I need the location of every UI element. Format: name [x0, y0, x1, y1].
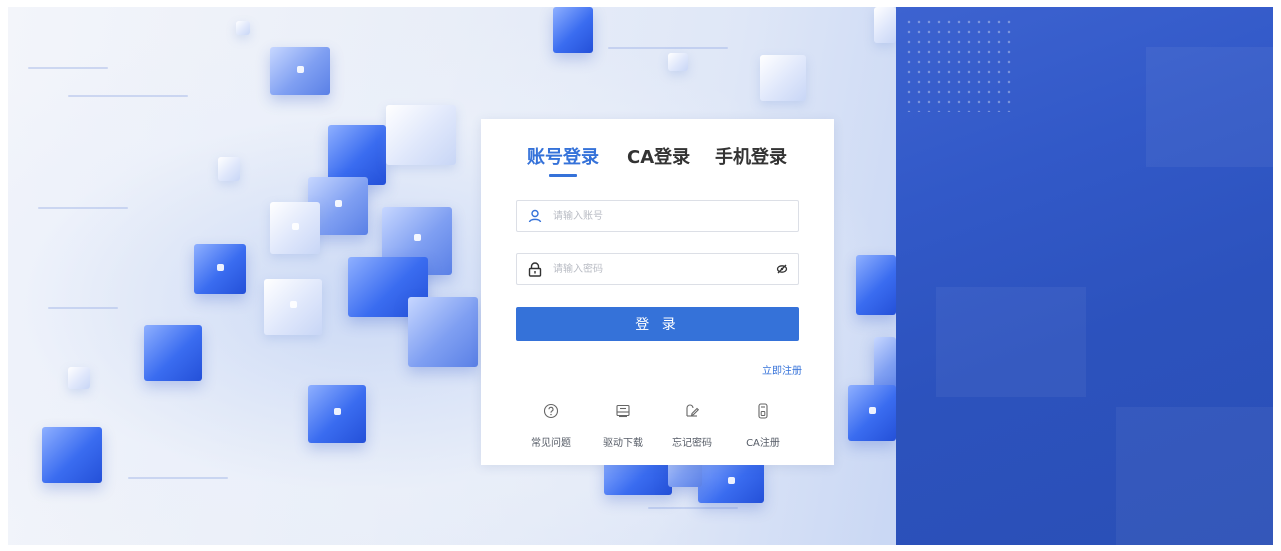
quick-link-faq[interactable]: 常见问题	[521, 402, 581, 449]
decor-panel	[936, 287, 1086, 397]
decor-dot-grid	[904, 17, 1014, 112]
decor-cube	[194, 244, 246, 294]
active-tab-indicator	[549, 174, 577, 177]
password-input[interactable]	[553, 254, 766, 284]
quick-link-label: 常见问题	[531, 438, 571, 449]
decor-cube	[874, 7, 896, 43]
decor-cube	[848, 385, 896, 441]
quick-link-driver-download[interactable]: 驱动下载	[593, 402, 653, 449]
decor-cube	[668, 53, 688, 71]
quick-link-label: 忘记密码	[672, 438, 712, 449]
decor-cube	[218, 157, 240, 181]
download-box-icon	[593, 402, 653, 420]
decor-cube	[264, 279, 322, 335]
decor-cube	[328, 125, 386, 185]
tab-ca-login[interactable]: CA登录	[627, 143, 690, 169]
usb-key-icon	[733, 402, 793, 420]
password-field	[516, 253, 799, 285]
login-button[interactable]: 登 录	[516, 307, 799, 341]
decor-cube	[386, 105, 456, 165]
decor-cube	[236, 21, 250, 35]
decor-cube	[42, 427, 102, 483]
question-icon	[521, 402, 581, 420]
eye-hidden-icon[interactable]	[766, 254, 798, 284]
edit-icon	[662, 402, 722, 420]
user-icon	[517, 201, 553, 231]
account-field	[516, 200, 799, 232]
decor-cube	[408, 297, 478, 367]
decor-cube	[308, 385, 366, 443]
login-page: 账号登录 CA登录 手机登录 登 录 立即注册 常见	[8, 7, 1273, 545]
tab-account-login[interactable]: 账号登录	[527, 143, 599, 169]
decor-cube	[144, 325, 202, 381]
register-link[interactable]: 立即注册	[762, 362, 802, 377]
decor-streak	[68, 95, 188, 97]
decor-streak	[38, 207, 128, 209]
lock-icon	[517, 254, 553, 284]
quick-link-label: CA注册	[746, 438, 780, 449]
quick-link-ca-register[interactable]: CA注册	[733, 402, 793, 449]
decor-streak	[608, 47, 728, 49]
tab-phone-login[interactable]: 手机登录	[715, 143, 787, 169]
decor-streak	[48, 307, 118, 309]
decor-streak	[28, 67, 108, 69]
decor-cube	[856, 255, 896, 315]
background-blue-panel	[896, 7, 1273, 545]
decor-streak	[128, 477, 228, 479]
decor-cube	[760, 55, 806, 101]
decor-cube	[270, 202, 320, 254]
decor-panel	[1116, 407, 1273, 545]
quick-link-forgot-password[interactable]: 忘记密码	[662, 402, 722, 449]
decor-panel	[1146, 47, 1273, 167]
decor-cube	[698, 459, 764, 503]
decor-cube	[553, 7, 593, 53]
decor-streak	[648, 507, 738, 509]
decor-cube	[68, 367, 90, 389]
quick-link-label: 驱动下载	[603, 438, 643, 449]
login-card: 账号登录 CA登录 手机登录 登 录 立即注册 常见	[481, 119, 834, 465]
account-input[interactable]	[553, 201, 798, 231]
decor-cube	[270, 47, 330, 95]
